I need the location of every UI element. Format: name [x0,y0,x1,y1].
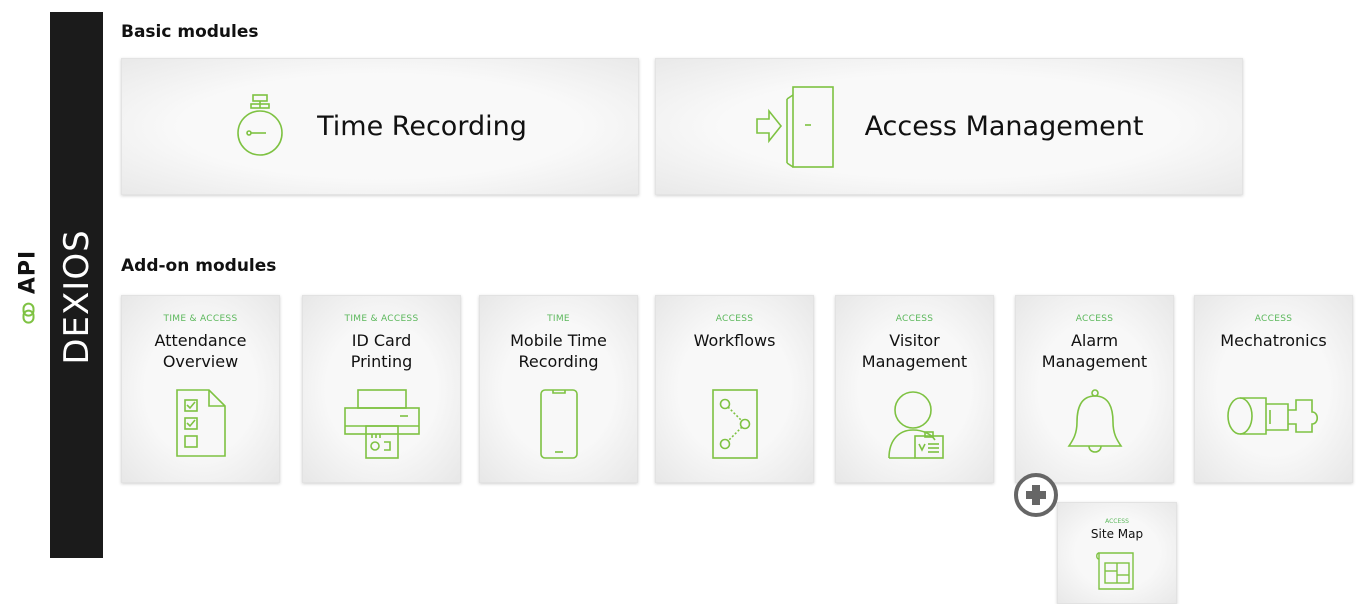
module-title: Workflows [693,331,776,350]
module-site-map[interactable]: ACCESS Site Map [1057,502,1177,604]
api-label: API [8,232,48,342]
module-time-recording[interactable]: Time Recording [121,58,639,195]
module-category: ACCESS [1254,314,1293,324]
module-title: Alarm Management [1041,331,1148,371]
card-printer-icon [342,388,422,460]
module-mechatronics[interactable]: ACCESS Mechatronics [1194,295,1353,483]
smartphone-icon [537,388,581,460]
site-map-icon [1095,549,1139,593]
basic-modules-title: Basic modules [121,22,259,42]
stopwatch-icon [233,93,287,161]
module-mobile-time-recording[interactable]: TIME Mobile Time Recording [479,295,638,483]
module-category: ACCESS [1075,314,1114,324]
module-visitor-management[interactable]: ACCESS Visitor Management [835,295,994,483]
module-access-management[interactable]: Access Management [655,58,1243,195]
door-entry-icon [755,83,835,171]
module-title: Attendance Overview [154,331,247,371]
module-title: Mechatronics [1220,331,1327,350]
module-title: Visitor Management [861,331,968,371]
checklist-document-icon [175,388,227,458]
module-title: ID Card Printing [350,331,413,371]
module-category: ACCESS [1105,518,1129,525]
module-title: Time Recording [317,111,527,142]
module-category: ACCESS [715,314,754,324]
addon-modules-title: Add-on modules [121,256,277,276]
lock-cylinder-icon [1224,388,1324,444]
module-title: Access Management [864,111,1144,142]
module-attendance-overview[interactable]: TIME & ACCESS Attendance Overview [121,295,280,483]
dexios-brand: DEXIOS [56,229,97,365]
dexios-bar: DEXIOS [50,12,103,558]
module-alarm-management[interactable]: ACCESS Alarm Management [1015,295,1174,483]
workflow-nodes-icon [709,388,761,460]
module-category: ACCESS [895,314,934,324]
link-icon [21,302,35,324]
module-title: Mobile Time Recording [510,331,607,371]
module-category: TIME & ACCESS [163,314,238,324]
module-id-card-printing[interactable]: TIME & ACCESS ID Card Printing [302,295,461,483]
visitor-badge-icon [881,388,949,460]
api-text: API [15,249,41,295]
module-category: TIME [547,314,570,324]
module-category: TIME & ACCESS [344,314,419,324]
bell-icon [1065,388,1125,460]
add-module-button[interactable] [1014,473,1058,517]
module-title: Site Map [1090,527,1144,541]
module-workflows[interactable]: ACCESS Workflows [655,295,814,483]
